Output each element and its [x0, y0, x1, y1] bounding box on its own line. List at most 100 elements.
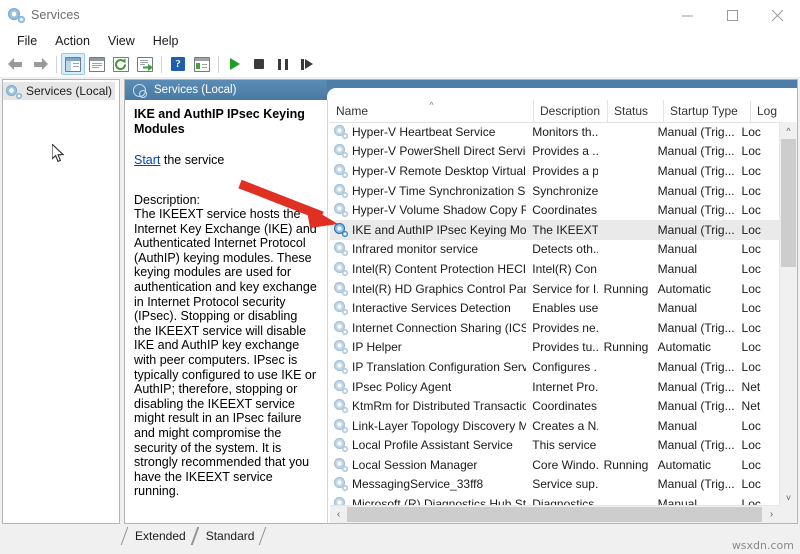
view-tabs: Extended Standard [124, 525, 263, 545]
row-startup-type-cell: Manual (Trig... [657, 477, 735, 492]
horizontal-scrollbar-track[interactable] [347, 506, 763, 523]
service-gear-icon [334, 261, 348, 276]
row-log-on-as-cell: Loc [741, 457, 761, 472]
table-row[interactable]: IP Helper Provides tu... Running Automatic L… [330, 338, 780, 358]
table-row[interactable]: IP Translation Configuration Service Conf… [330, 357, 780, 377]
export-list-button[interactable] [133, 53, 157, 75]
row-status-cell [598, 240, 652, 260]
column-header-log-on-as[interactable]: Log [751, 100, 797, 122]
tab-standard[interactable]: Standard [195, 527, 264, 545]
row-name-cell: Intel(R) Content Protection HECI S... [330, 259, 526, 279]
services-window: Services File Action View Help ? Service… [0, 0, 800, 554]
services-list: Name ^ Description Status Startup Type L… [330, 100, 797, 523]
forward-button[interactable] [28, 53, 52, 75]
table-row[interactable]: Hyper-V Volume Shadow Copy Re... Coordina… [330, 200, 780, 220]
content-panes: IKE and AuthIP IPsec Keying Modules Star… [125, 100, 797, 523]
menu-view[interactable]: View [99, 32, 144, 50]
table-row[interactable]: Hyper-V Time Synchronization Ser... Synch… [330, 181, 780, 201]
table-row[interactable]: Hyper-V PowerShell Direct Service Provide… [330, 142, 780, 162]
row-startup-type-cell: Manual (Trig... [657, 203, 735, 218]
row-name-cell: Hyper-V Remote Desktop Virtualiz... [330, 161, 526, 181]
table-row[interactable]: Hyper-V Remote Desktop Virtualiz... Provi… [330, 161, 780, 181]
column-header-description[interactable]: Description [534, 100, 608, 122]
row-description-cell: Provides tu... [532, 340, 598, 355]
start-service-link[interactable]: Start [134, 153, 160, 167]
service-gear-icon [334, 222, 348, 237]
stop-icon [254, 59, 264, 69]
row-name-cell: IPsec Policy Agent [330, 377, 526, 397]
table-row[interactable]: Link-Layer Topology Discovery Ma... Creat… [330, 416, 780, 436]
row-startup-type-cell: Manual (Trig... [657, 222, 735, 237]
row-description-cell: Provides a ... [532, 144, 598, 159]
properties-button[interactable] [85, 53, 109, 75]
row-log-on-as-cell: Net [741, 379, 761, 394]
toolbar: ? [0, 51, 800, 78]
row-startup-type-cell: Manual [657, 418, 698, 433]
scroll-right-icon[interactable]: › [763, 506, 780, 523]
back-button[interactable] [4, 53, 28, 75]
pause-service-button[interactable] [271, 53, 295, 75]
table-row[interactable]: IKE and AuthIP IPsec Keying Modu... The I… [330, 219, 780, 240]
table-row[interactable]: Local Session Manager Core Windo... Runnin… [330, 455, 780, 475]
table-row[interactable]: Interactive Services Detection Enables us… [330, 298, 780, 318]
table-row[interactable]: Intel(R) Content Protection HECI S... Int… [330, 259, 780, 279]
row-startup-type-cell: Manual (Trig... [657, 320, 735, 335]
row-startup-type-cell: Manual [657, 242, 698, 257]
menu-file[interactable]: File [8, 32, 46, 50]
row-name-label: Hyper-V Time Synchronization Ser... [352, 183, 527, 198]
minimize-icon[interactable] [665, 0, 710, 30]
row-description-cell: Configures ... [532, 359, 598, 374]
service-gear-icon [334, 320, 348, 335]
restart-icon [301, 58, 313, 70]
column-header-name[interactable]: Name ^ [330, 100, 534, 122]
scroll-up-icon[interactable]: ^ [780, 122, 797, 139]
service-gear-icon [334, 124, 348, 139]
show-action-pane-button[interactable] [190, 53, 214, 75]
refresh-icon [113, 56, 129, 72]
row-status-cell [598, 475, 652, 495]
refresh-button[interactable] [109, 53, 133, 75]
menu-action[interactable]: Action [46, 32, 99, 50]
services-gear-outline-icon [133, 83, 147, 98]
vertical-scrollbar[interactable]: ^ ˅ [779, 122, 797, 506]
table-row[interactable]: MessagingService_33ff8 Service sup... Manu… [330, 475, 780, 495]
console-header-label: Services (Local) [154, 84, 237, 96]
tree-item-label: Services (Local) [26, 84, 113, 98]
tree-item-services-local[interactable]: Services (Local) [3, 82, 115, 100]
maximize-icon[interactable] [710, 0, 755, 30]
table-row[interactable]: IPsec Policy Agent Internet Pro... Manual … [330, 377, 780, 397]
help-button[interactable]: ? [166, 53, 190, 75]
close-icon[interactable] [755, 0, 800, 30]
horizontal-scrollbar[interactable]: ‹ › [330, 505, 780, 523]
row-startup-type-cell: Manual (Trig... [657, 399, 735, 414]
row-name-label: Hyper-V Heartbeat Service [352, 124, 496, 139]
row-log-on-as-cell: Loc [741, 242, 761, 257]
menu-bar: File Action View Help [0, 30, 800, 51]
service-gear-icon [334, 163, 348, 178]
table-row[interactable]: Internet Connection Sharing (ICS) Provide… [330, 318, 780, 338]
show-hide-console-tree-button[interactable] [61, 53, 85, 75]
pause-icon [278, 58, 288, 70]
row-log-on-as-cell: Loc [741, 340, 761, 355]
row-status-cell [598, 416, 652, 436]
scroll-left-icon[interactable]: ‹ [330, 506, 347, 523]
row-description-cell: Intel(R) Con... [532, 261, 597, 276]
stop-service-button[interactable] [247, 53, 271, 75]
table-row[interactable]: Infrared monitor service Detects oth... Ma… [330, 240, 780, 260]
horizontal-scrollbar-thumb[interactable] [347, 507, 762, 522]
table-row[interactable]: Intel(R) HD Graphics Control Panel... Ser… [330, 279, 780, 299]
restart-service-button[interactable] [295, 53, 319, 75]
start-service-button[interactable] [223, 53, 247, 75]
menu-help[interactable]: Help [144, 32, 188, 50]
column-header-status[interactable]: Status [608, 100, 664, 122]
row-description-cell: Service for I... [532, 281, 597, 296]
tab-extended[interactable]: Extended [124, 527, 195, 545]
vertical-scrollbar-thumb[interactable] [781, 139, 796, 267]
scroll-down-icon[interactable]: ˅ [780, 489, 797, 506]
table-row[interactable]: KtmRm for Distributed Transaction... Coor… [330, 396, 780, 416]
column-header-startup-type[interactable]: Startup Type [664, 100, 751, 122]
properties-icon [89, 56, 105, 72]
row-description-cell: Provides a p... [532, 163, 598, 178]
table-row[interactable]: Local Profile Assistant Service This serv… [330, 436, 780, 456]
table-row[interactable]: Hyper-V Heartbeat Service Monitors th... M… [330, 122, 780, 142]
